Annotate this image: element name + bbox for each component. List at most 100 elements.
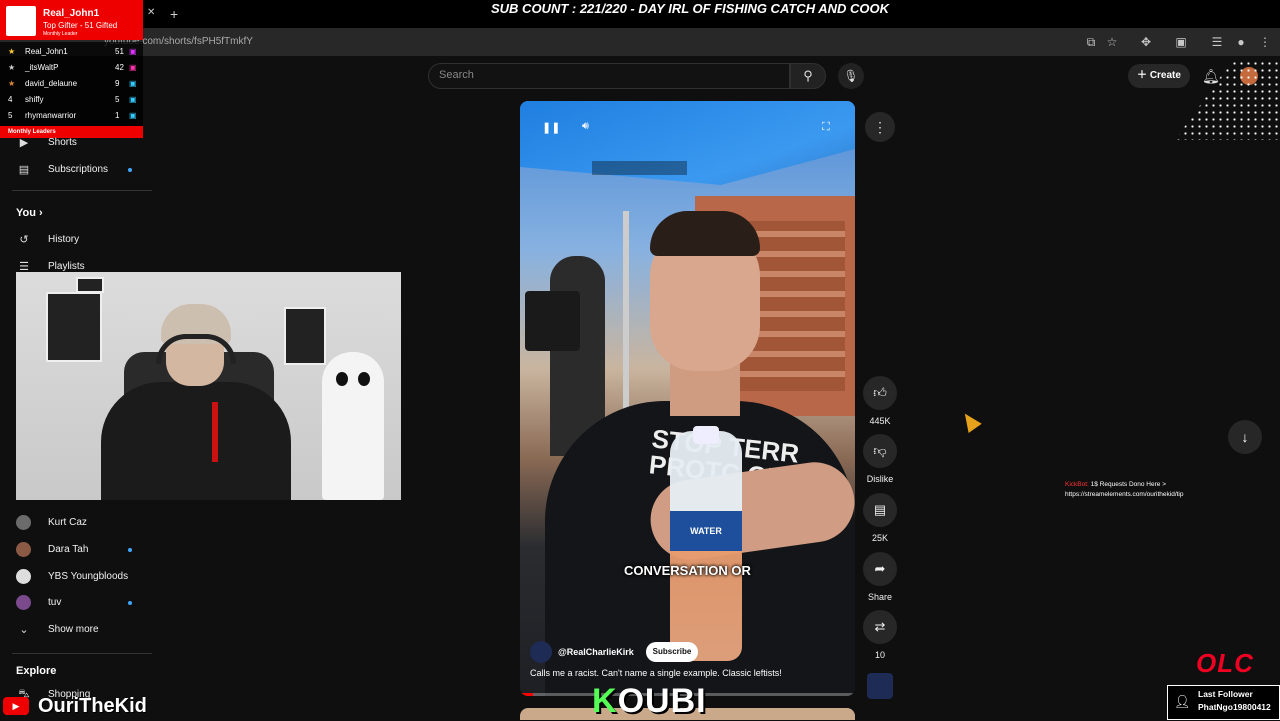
leader-count: 5 [115, 95, 120, 104]
media-icon[interactable]: ▣ [1173, 34, 1189, 50]
browser-menu-icon[interactable]: ⋮ [1257, 34, 1273, 50]
sidebar-section-explore: Explore [16, 665, 57, 677]
plus-icon: ＋ [1137, 70, 1150, 81]
youtube-play-icon: ▶ [3, 697, 29, 715]
new-tab-button[interactable]: + [170, 6, 178, 22]
like-count: 445K [869, 416, 891, 426]
leaderboard: ★ Real_John1 51 ▣ ★ _itsWaltP 42 ▣ ★ dav… [0, 42, 143, 126]
wall-poster [76, 277, 104, 293]
sidebar-item-label: Subscriptions [48, 164, 109, 175]
more-options-button[interactable]: ⋮ [865, 112, 895, 142]
leaderboard-row: 4 shiffy 5 ▣ [0, 92, 143, 108]
bookmark-star-icon[interactable]: ☆ [1104, 34, 1120, 50]
new-content-dot [128, 601, 132, 605]
channel-avatar [16, 542, 31, 557]
dislike-action[interactable]: 👎︎ Dislike [862, 434, 898, 484]
subscribe-button[interactable]: Subscribe [646, 642, 698, 662]
create-label: Create [1149, 70, 1181, 81]
leaderboard-row: 5 rhymanwarrior 1 ▣ [0, 108, 143, 124]
sidebar-item-subscriptions[interactable]: ▤ Subscriptions [16, 160, 136, 180]
dislike-label: Dislike [866, 474, 894, 484]
chevron-down-icon: ⌄ [19, 624, 29, 636]
ghost-eye [336, 372, 348, 386]
pause-icon[interactable]: ❚❚ [542, 121, 560, 134]
sidebar-channel[interactable]: Kurt Caz [16, 513, 146, 533]
profile-icon[interactable]: ● [1233, 34, 1249, 50]
channel-name: Dara Tah [48, 544, 89, 555]
sidebar-item-label: Shorts [48, 137, 77, 148]
audio-source-thumbnail[interactable] [867, 673, 893, 699]
leader-count: 42 [115, 63, 124, 72]
new-content-dot [128, 168, 132, 172]
top-gifter-subtitle: Top Gifter - 51 Gifted [43, 21, 118, 30]
sidebar-channel[interactable]: YBS Youngbloods [16, 567, 146, 587]
remix-icon[interactable]: ⇄ [863, 610, 897, 644]
reading-list-icon[interactable]: ☰ [1209, 34, 1225, 50]
leader-count: 9 [115, 79, 120, 88]
bottle-cap [693, 426, 719, 444]
channel-avatar[interactable] [530, 641, 552, 663]
channel-name: Kurt Caz [48, 517, 87, 528]
install-app-icon[interactable]: ⧉ [1083, 34, 1099, 50]
search-icon: ⚲ [803, 68, 813, 83]
sidebar-section-you[interactable]: You › [16, 207, 43, 219]
leaderboard-row: ★ david_delaune 9 ▣ [0, 76, 143, 92]
like-action[interactable]: 👍︎ 445K [862, 376, 898, 426]
channel-name: tuv [48, 597, 62, 608]
channel-avatar [16, 569, 31, 584]
sponsor-banner: KOUBI [592, 682, 707, 721]
top-gifter-name: Real_John1 [43, 8, 100, 19]
subtitle-overlay [592, 161, 687, 175]
channel-name-link[interactable]: @RealCharlieKirk [558, 647, 634, 657]
section-label: You [16, 207, 36, 219]
history-icon: ↺ [19, 234, 29, 246]
gift-icon: ▣ [129, 63, 137, 72]
more-vert-icon: ⋮ [873, 119, 887, 135]
sidebar-channel[interactable]: tuv [16, 593, 146, 613]
shorts-icon: ▶ [19, 137, 29, 149]
video-description[interactable]: Calls me a racist. Can't name a single e… [530, 668, 850, 678]
sidebar-show-more[interactable]: ⌄ Show more [16, 620, 146, 640]
remix-action[interactable]: ⇄ 10 [862, 610, 898, 660]
stream-stats-overlay [1178, 4, 1278, 20]
extensions-icon[interactable]: ✥ [1138, 34, 1154, 50]
kickbot-link: https://streamelements.com/ourithekid/ti… [1065, 491, 1184, 498]
gift-icon: ▣ [129, 47, 137, 56]
share-action[interactable]: ➦ Share [862, 552, 898, 602]
comment-count: 25K [871, 533, 888, 543]
leader-name: david_delaune [25, 79, 78, 88]
shorts-video-player[interactable]: STOP TERR PROTC OUR WATER ❚❚ 🔊︎ ⛶ CONVER… [520, 101, 855, 696]
mic-icon: 🎙︎ [843, 69, 859, 83]
voice-search-button[interactable]: 🎙︎ [838, 63, 864, 89]
remix-count: 10 [874, 650, 885, 660]
last-follower-title: Last Follower [1198, 689, 1253, 699]
sidebar-channel[interactable]: Dara Tah [16, 540, 146, 560]
channel-avatar [16, 595, 31, 610]
thumbs-down-icon[interactable]: 👎︎ [863, 434, 897, 468]
tab-close-icon[interactable]: ✕ [147, 7, 155, 18]
last-follower-widget: 👤︎ Last Follower PhatNgo19800412 [1167, 685, 1280, 720]
olc-logo: OLC [1196, 648, 1254, 678]
search-button[interactable]: ⚲ [790, 63, 826, 89]
new-content-dot [128, 548, 132, 552]
next-video-button[interactable]: ↓ [1228, 420, 1262, 454]
streamer-webcam [16, 272, 401, 500]
user-icon: 👤︎ [1174, 694, 1191, 709]
subscriptions-icon: ▤ [18, 164, 30, 176]
leader-name: rhymanwarrior [25, 111, 77, 120]
sidebar-item-label: Show more [48, 624, 99, 635]
create-button[interactable]: ＋ Create [1128, 64, 1190, 88]
video-camera [525, 291, 580, 351]
wall-poster [284, 307, 326, 365]
ghost-decoration [322, 352, 384, 500]
thumbs-up-icon[interactable]: 👍︎ [863, 376, 897, 410]
channel-avatar [16, 515, 31, 530]
search-input[interactable] [428, 63, 790, 89]
volume-icon[interactable]: 🔊︎ [582, 120, 589, 133]
comment-icon[interactable]: ▤ [863, 493, 897, 527]
share-icon[interactable]: ➦ [863, 552, 897, 586]
search-placeholder: Search [439, 69, 474, 81]
leader-name: Real_John1 [25, 47, 68, 56]
fullscreen-icon[interactable]: ⛶ [822, 121, 830, 134]
comments-action[interactable]: ▤ 25K [862, 493, 898, 543]
